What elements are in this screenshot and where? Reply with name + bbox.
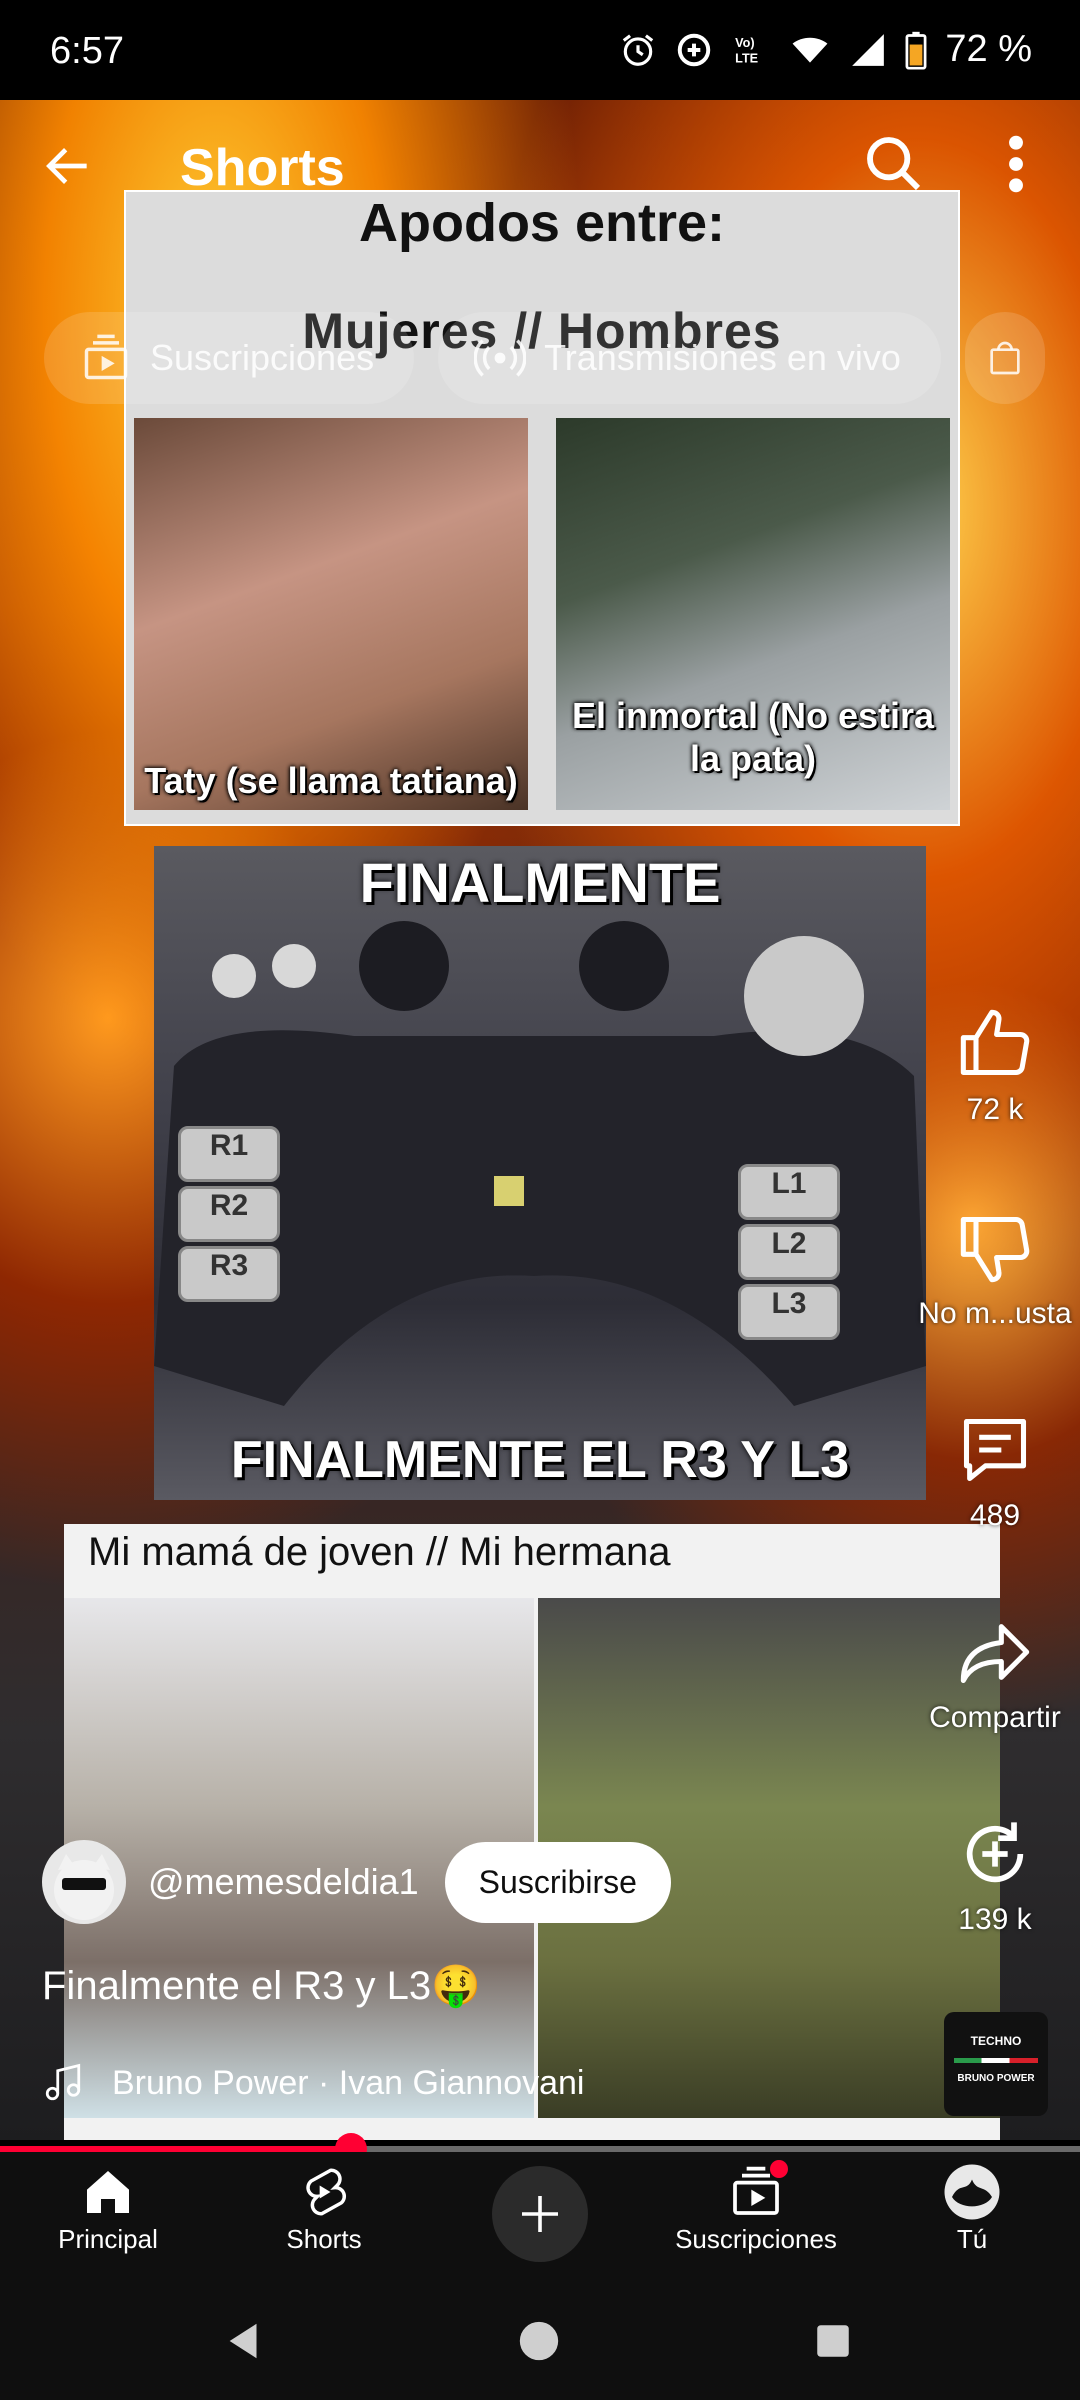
thumbs-down-icon bbox=[960, 1216, 1030, 1283]
nav-you[interactable]: Tú bbox=[882, 2160, 1062, 2255]
data-saver-icon bbox=[678, 33, 711, 66]
home-icon bbox=[87, 2171, 129, 2213]
remix-icon bbox=[966, 1822, 1024, 1883]
comments-count: 489 bbox=[969, 1499, 1021, 1532]
dislike-button[interactable]: No m...usta bbox=[900, 1210, 1080, 1331]
back-button[interactable] bbox=[40, 138, 96, 199]
nav-subscriptions[interactable]: Suscripciones bbox=[666, 2160, 846, 2255]
subscriptions-icon bbox=[84, 334, 128, 380]
button-r1: R1 bbox=[178, 1126, 280, 1182]
channel-handle[interactable]: @memesdeldia1 bbox=[148, 1861, 419, 1903]
meme-caption-right: El inmortal (No estira la pata) bbox=[571, 694, 935, 779]
button-l3: L3 bbox=[738, 1284, 840, 1340]
more-vert-icon bbox=[1009, 135, 1023, 193]
alarm-icon bbox=[623, 33, 654, 66]
audio-thumb-line2: BRUNO POWER bbox=[957, 2073, 1035, 2084]
subscribe-button[interactable]: Suscribirse bbox=[444, 1841, 671, 1923]
search-button[interactable] bbox=[862, 132, 926, 201]
nav-shorts[interactable]: Shorts bbox=[234, 2160, 414, 2255]
svg-text:Vo): Vo) bbox=[736, 35, 755, 49]
volte-icon: Vo) LTE bbox=[736, 35, 759, 65]
channel-row: @memesdeldia1 Suscribirse bbox=[42, 1840, 671, 1924]
system-back-icon[interactable] bbox=[222, 2318, 268, 2364]
chip-shopping[interactable] bbox=[964, 312, 1045, 404]
audio-thumb-line1: TECHNO bbox=[970, 2034, 1022, 2048]
more-options-button[interactable] bbox=[1004, 132, 1028, 201]
comment-icon bbox=[963, 1418, 1027, 1482]
shorts-screen: 6:57 Vo) LTE 72 % Apodos entre: Mujeres /… bbox=[0, 0, 1080, 2400]
share-button[interactable]: Compartir bbox=[900, 1614, 1080, 1735]
meme-panel-nicknames: Apodos entre: Mujeres // Hombres Taty (s… bbox=[124, 190, 960, 826]
remix-count: 139 k bbox=[958, 1903, 1032, 1936]
plus-icon bbox=[522, 2196, 558, 2232]
create-button[interactable] bbox=[492, 2166, 588, 2262]
chip-live[interactable]: Transmisiones en vivo bbox=[438, 312, 941, 404]
audio-thumbnail[interactable]: TECHNO BRUNO POWER bbox=[944, 2012, 1048, 2116]
meme-photo-woman: Taty (se llama tatiana) bbox=[134, 418, 528, 810]
button-r3: R3 bbox=[178, 1246, 280, 1302]
dislike-label: No m...usta bbox=[918, 1297, 1072, 1330]
nav-you-label: Tú bbox=[956, 2224, 988, 2254]
meme-panel-mom-sister: Mi mamá de joven // Mi hermana bbox=[64, 1524, 1000, 2140]
system-nav-bar bbox=[0, 2282, 1080, 2400]
music-note-icon bbox=[45, 2063, 81, 2101]
profile-avatar-icon bbox=[944, 2164, 1000, 2220]
meme-header-text: Mi mamá de joven // Mi hermana bbox=[88, 1530, 671, 1574]
svg-text:LTE: LTE bbox=[736, 51, 759, 65]
back-arrow-icon bbox=[46, 148, 87, 184]
button-l2: L2 bbox=[738, 1224, 840, 1280]
button-r2: R2 bbox=[178, 1186, 280, 1242]
filter-chips: Suscripciones Transmisiones en vivo bbox=[44, 312, 1045, 404]
signal-icon bbox=[852, 33, 885, 66]
chip-subscriptions-label: Suscripciones bbox=[150, 337, 375, 378]
music-title: Bruno Power · Ivan Giannovani bbox=[112, 2063, 585, 2102]
share-icon bbox=[960, 1624, 1030, 1684]
meme-caption-left: Taty (se llama tatiana) bbox=[144, 759, 518, 801]
system-home-icon[interactable] bbox=[516, 2318, 562, 2364]
page-title: Shorts bbox=[180, 139, 345, 197]
meme-panel-controller: FINALMENTE R1 R2 R3 L1 L2 L3 FINALMENTE … bbox=[154, 846, 926, 1500]
nav-home[interactable]: Principal bbox=[18, 2160, 198, 2255]
video-caption[interactable]: Finalmente el R3 y L3🤑 bbox=[42, 1962, 481, 2009]
flag-stripe bbox=[954, 2058, 1038, 2063]
meme-photo-man-wheelchair: El inmortal (No estira la pata) bbox=[556, 418, 950, 810]
share-label: Compartir bbox=[929, 1701, 1061, 1734]
bottom-nav: Principal Shorts Suscripciones Tú bbox=[0, 2152, 1080, 2282]
shorts-icon bbox=[306, 2168, 347, 2216]
chip-live-label: Transmisiones en vivo bbox=[544, 337, 901, 378]
comments-button[interactable]: 489 bbox=[900, 1412, 1080, 1533]
live-icon bbox=[474, 339, 527, 377]
shopping-bag-icon bbox=[990, 341, 1020, 375]
nav-subscriptions-label: Suscripciones bbox=[675, 2224, 837, 2254]
nav-home-label: Principal bbox=[58, 2224, 158, 2254]
system-recents-icon[interactable] bbox=[812, 2320, 854, 2362]
meme-controller-bottom-text: FINALMENTE EL R3 Y L3 bbox=[230, 1431, 850, 1489]
like-button[interactable]: 72 k bbox=[900, 1006, 1080, 1127]
remix-button[interactable]: 139 k bbox=[900, 1816, 1080, 1937]
status-bar: 6:57 Vo) LTE 72 % bbox=[0, 0, 1080, 100]
chip-subscriptions[interactable]: Suscripciones bbox=[44, 312, 415, 404]
notification-dot bbox=[770, 2160, 788, 2178]
search-icon bbox=[867, 137, 921, 191]
battery-icon bbox=[905, 31, 927, 70]
meme-title: Apodos entre: bbox=[358, 193, 725, 253]
status-time: 6:57 bbox=[50, 30, 124, 72]
like-count: 72 k bbox=[966, 1093, 1024, 1126]
button-l1: L1 bbox=[738, 1164, 840, 1220]
thumbs-up-icon bbox=[960, 1009, 1030, 1076]
cat-sunglasses-icon bbox=[54, 1854, 114, 1920]
channel-avatar[interactable] bbox=[42, 1840, 126, 1924]
nav-shorts-label: Shorts bbox=[286, 2224, 362, 2254]
status-icons: Vo) LTE 72 % bbox=[619, 28, 1032, 71]
battery-percent: 72 % bbox=[945, 28, 1032, 70]
music-row[interactable]: Bruno Power · Ivan Giannovani bbox=[42, 2060, 584, 2106]
wifi-icon bbox=[792, 37, 828, 63]
